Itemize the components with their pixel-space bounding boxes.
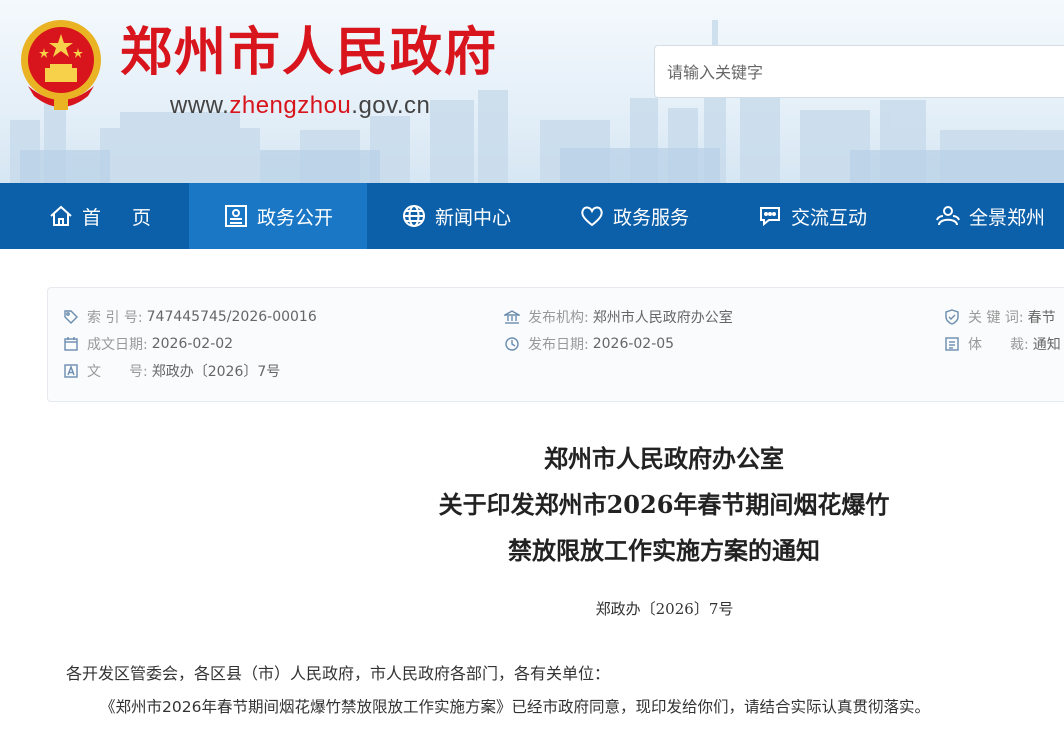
nav-label-news: 新闻中心 <box>435 206 512 229</box>
body-paragraph: 《郑州市2026年春节期间烟花爆竹禁放限放工作实施方案》已经市政府同意，现印发给… <box>100 698 930 716</box>
nav-item-panorama[interactable]: 全景郑州 <box>935 183 1045 249</box>
meta-label: 文 号: <box>87 364 148 380</box>
nav-label-interaction: 交流互动 <box>791 206 868 229</box>
chat-icon <box>760 207 780 227</box>
meta-publish-date: 发布日期: 2026-02-05 <box>504 334 674 354</box>
meta-value: 郑州市人民政府办公室 <box>592 310 733 326</box>
site-title: 郑州市人民政府 <box>120 22 499 83</box>
nav-item-home[interactable]: 首 页 <box>48 183 157 249</box>
globe-icon <box>403 205 425 227</box>
nav-label-home: 首 页 <box>82 206 158 229</box>
meta-publisher: 发布机构: 郑州市人民政府办公室 <box>504 307 733 327</box>
meta-label: 索 引 号: <box>87 310 143 326</box>
url-highlight: zhengzhou <box>229 92 352 119</box>
document-title: 郑州市人民政府办公室 关于印发郑州市2026年春节期间烟花爆竹 禁放限放工作实施… <box>0 436 1064 574</box>
home-icon <box>50 205 72 226</box>
document-number: 郑政办〔2026〕7号 <box>0 598 1064 619</box>
meta-label: 发布日期: <box>528 337 589 353</box>
meta-label: 成文日期: <box>87 337 148 353</box>
meta-document-number: 文 号: 郑政办〔2026〕7号 <box>63 361 280 381</box>
meta-label: 体 裁: <box>968 337 1029 353</box>
main-navigation: 首 页 政务公开 新闻中心 政务服务 交流互动 全景郑州 <box>0 183 1064 249</box>
salutation: 各开发区管委会，各区县（市）人民政府，市人民政府各部门，各有关单位： <box>66 664 611 683</box>
nav-item-government-affairs[interactable]: 政务公开 <box>189 183 367 249</box>
people-icon <box>936 206 960 226</box>
nav-label-government-affairs: 政务公开 <box>257 206 334 229</box>
meta-label: 发布机构: <box>528 310 589 326</box>
meta-index-number: 索 引 号: 747445745/2026-00016 <box>63 307 317 327</box>
meta-genre: 体 裁: 通知 <box>944 334 1061 354</box>
document-number-text: 郑政办〔2026〕7号 <box>595 600 734 618</box>
text-document-icon <box>64 364 78 378</box>
calendar-icon <box>64 337 78 351</box>
meta-label: 关 键 词: <box>968 310 1024 326</box>
list-document-icon <box>945 337 959 351</box>
nav-label-panorama: 全景郑州 <box>969 206 1046 229</box>
meta-created-date: 成文日期: 2026-02-02 <box>63 334 233 354</box>
meta-value: 747445745/2026-00016 <box>146 309 317 325</box>
title-line-3: 禁放限放工作实施方案的通知 <box>508 536 820 565</box>
site-url[interactable]: www.zhengzhou.gov.cn <box>170 92 430 120</box>
national-emblem-logo <box>21 20 101 110</box>
nav-item-news[interactable]: 新闻中心 <box>401 183 511 249</box>
nav-item-interaction[interactable]: 交流互动 <box>757 183 867 249</box>
nav-item-services[interactable]: 政务服务 <box>579 183 689 249</box>
meta-keywords: 关 键 词: 春节 <box>944 307 1056 327</box>
title-line-1: 郑州市人民政府办公室 <box>544 444 784 473</box>
meta-value: 2026-02-05 <box>592 336 675 352</box>
meta-value: 2026-02-02 <box>151 336 234 352</box>
search-input[interactable] <box>667 56 1047 88</box>
url-suffix: .gov.cn <box>351 92 431 119</box>
search-box <box>654 45 1064 98</box>
institution-icon <box>504 310 520 324</box>
meta-value: 通知 <box>1032 337 1061 353</box>
document-board-icon <box>225 205 247 227</box>
heart-icon <box>581 206 603 227</box>
site-header: 郑州市人民政府 www.zhengzhou.gov.cn <box>0 0 1064 183</box>
clock-icon <box>505 337 519 351</box>
meta-value: 春节 <box>1027 310 1056 326</box>
tag-icon <box>64 310 78 324</box>
title-line-2: 关于印发郑州市2026年春节期间烟花爆竹 <box>438 490 890 519</box>
meta-value: 郑政办〔2026〕7号 <box>151 364 281 380</box>
nav-label-services: 政务服务 <box>613 206 690 229</box>
shield-check-icon <box>945 309 959 325</box>
url-prefix: www. <box>170 92 230 119</box>
